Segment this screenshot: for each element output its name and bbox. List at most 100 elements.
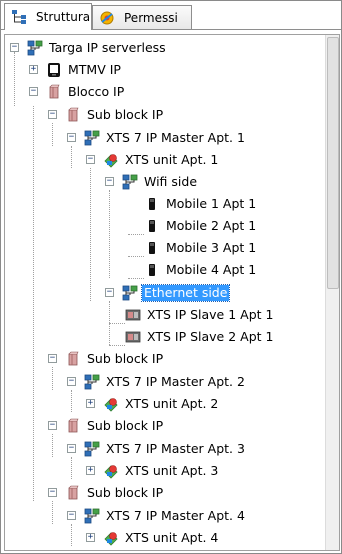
tree-node-master-4[interactable]: − XTS 7 IP Master Apt. 4 bbox=[67, 507, 247, 525]
tree-node-label: XTS unit Apt. 4 bbox=[125, 530, 219, 545]
tree-node-unit-3[interactable]: + XTS unit Apt. 3 bbox=[86, 462, 220, 480]
collapse-toggle[interactable]: − bbox=[48, 421, 57, 430]
tree-node-label: MTMV IP bbox=[68, 62, 121, 77]
tree-node-label: Blocco IP bbox=[68, 84, 125, 99]
tree-line bbox=[52, 501, 53, 524]
tree-line bbox=[109, 190, 110, 278]
collapse-toggle[interactable]: − bbox=[48, 488, 57, 497]
tree-node-wifi-side[interactable]: − Wifi side bbox=[105, 173, 199, 191]
tree-node-label: XTS IP Slave 2 Apt 1 bbox=[147, 329, 274, 344]
tree-line bbox=[14, 52, 15, 106]
tree-node-mobile-3[interactable]: Mobile 3 Apt 1 bbox=[144, 239, 258, 257]
tree-line bbox=[71, 146, 72, 168]
tree-line bbox=[52, 367, 53, 390]
tree-line bbox=[128, 234, 144, 235]
collapse-toggle[interactable]: − bbox=[10, 43, 19, 52]
tree-node-label: Sub block IP bbox=[87, 418, 164, 433]
tree-node-master-1[interactable]: − XTS 7 IP Master Apt. 1 bbox=[67, 129, 247, 147]
unit-icon bbox=[103, 530, 119, 546]
tab-permessi-label: Permessi bbox=[124, 10, 178, 25]
structure-icon bbox=[11, 9, 27, 25]
tree-node-mobile-2[interactable]: Mobile 2 Apt 1 bbox=[144, 217, 258, 235]
tree-node-label: Mobile 4 Apt 1 bbox=[166, 262, 257, 277]
scrollbar-thumb[interactable] bbox=[327, 37, 339, 289]
tree-node-master-2[interactable]: − XTS 7 IP Master Apt. 2 bbox=[67, 373, 247, 391]
tree-node-label: XTS 7 IP Master Apt. 1 bbox=[106, 130, 245, 145]
tree-panel: − Targa IP serverless + MTMV IP − Blocco… bbox=[4, 34, 340, 551]
structure-window: Struttura Permessi − Targa IP serverless… bbox=[0, 0, 342, 554]
tree-node-label: Mobile 2 Apt 1 bbox=[166, 218, 257, 233]
network-icon bbox=[84, 130, 100, 146]
collapse-toggle[interactable]: − bbox=[67, 511, 76, 520]
tab-permessi[interactable]: Permessi bbox=[92, 5, 192, 29]
tree-node-unit-4[interactable]: + XTS unit Apt. 4 bbox=[86, 529, 220, 547]
unit-icon bbox=[103, 463, 119, 479]
tree-node-slave-1[interactable]: XTS IP Slave 1 Apt 1 bbox=[125, 306, 275, 324]
tree-node-master-3[interactable]: − XTS 7 IP Master Apt. 3 bbox=[67, 440, 247, 458]
tree-line bbox=[71, 457, 72, 479]
tab-struttura-label: Struttura bbox=[36, 10, 91, 24]
tree-node-label: Sub block IP bbox=[87, 351, 164, 366]
expand-toggle[interactable]: + bbox=[86, 533, 95, 542]
collapse-toggle[interactable]: − bbox=[48, 110, 57, 119]
tab-struttura[interactable]: Struttura bbox=[4, 3, 92, 30]
collapse-toggle[interactable]: − bbox=[48, 354, 57, 363]
tree-line bbox=[128, 256, 144, 257]
tree-line bbox=[71, 524, 72, 546]
tree-node-mtmv[interactable]: + MTMV IP bbox=[29, 61, 123, 79]
tree-node-unit-1[interactable]: − XTS unit Apt. 1 bbox=[86, 151, 220, 169]
collapse-toggle[interactable]: − bbox=[105, 177, 114, 186]
structure-tree[interactable]: − Targa IP serverless + MTMV IP − Blocco… bbox=[5, 35, 324, 550]
building-block-icon bbox=[46, 84, 62, 100]
tree-line bbox=[90, 168, 91, 301]
monitor-device-icon bbox=[46, 62, 62, 78]
collapse-toggle[interactable]: − bbox=[29, 87, 38, 96]
unit-icon bbox=[103, 152, 119, 168]
tree-line bbox=[109, 345, 125, 346]
collapse-toggle[interactable]: − bbox=[67, 444, 76, 453]
unit-icon bbox=[103, 396, 119, 412]
tree-node-label: XTS unit Apt. 2 bbox=[125, 396, 219, 411]
network-icon bbox=[122, 174, 138, 190]
tree-node-label-selected: Ethernet side bbox=[140, 284, 231, 302]
tree-node-ethernet-side[interactable]: − Ethernet side bbox=[105, 284, 231, 302]
permissions-icon bbox=[99, 10, 115, 26]
tree-node-blocco[interactable]: − Blocco IP bbox=[29, 83, 126, 101]
collapse-toggle[interactable]: − bbox=[105, 288, 114, 297]
network-icon bbox=[84, 441, 100, 457]
tree-node-mobile-1[interactable]: Mobile 1 Apt 1 bbox=[144, 195, 258, 213]
tree-node-label: XTS 7 IP Master Apt. 2 bbox=[106, 374, 245, 389]
tree-node-label: Sub block IP bbox=[87, 485, 164, 500]
tree-node-label: XTS unit Apt. 3 bbox=[125, 463, 219, 478]
vertical-scrollbar[interactable] bbox=[325, 35, 339, 550]
expand-toggle[interactable]: + bbox=[29, 65, 38, 74]
tree-node-targa[interactable]: − Targa IP serverless bbox=[10, 39, 168, 57]
tree-node-unit-2[interactable]: + XTS unit Apt. 2 bbox=[86, 395, 220, 413]
tree-node-subblock-1[interactable]: − Sub block IP bbox=[48, 106, 165, 124]
network-icon bbox=[122, 285, 138, 301]
collapse-toggle[interactable]: − bbox=[86, 155, 95, 164]
tree-node-subblock-3[interactable]: − Sub block IP bbox=[48, 417, 165, 435]
tree-node-subblock-4[interactable]: − Sub block IP bbox=[48, 484, 165, 502]
mobile-icon bbox=[144, 240, 160, 256]
tree-node-mobile-4[interactable]: Mobile 4 Apt 1 bbox=[144, 261, 258, 279]
tree-node-label: XTS 7 IP Master Apt. 4 bbox=[106, 508, 245, 523]
tree-node-subblock-2[interactable]: − Sub block IP bbox=[48, 350, 165, 368]
network-icon bbox=[84, 374, 100, 390]
mobile-icon bbox=[144, 196, 160, 212]
mobile-icon bbox=[144, 262, 160, 278]
slave-device-icon bbox=[125, 329, 141, 345]
tree-line bbox=[33, 106, 34, 501]
tree-line bbox=[128, 278, 144, 279]
mobile-icon bbox=[144, 218, 160, 234]
expand-toggle[interactable]: + bbox=[86, 399, 95, 408]
tree-node-label: XTS 7 IP Master Apt. 3 bbox=[106, 441, 245, 456]
collapse-toggle[interactable]: − bbox=[67, 133, 76, 142]
collapse-toggle[interactable]: − bbox=[67, 377, 76, 386]
tree-node-label: Mobile 1 Apt 1 bbox=[166, 196, 257, 211]
expand-toggle[interactable]: + bbox=[86, 466, 95, 475]
tab-strip: Struttura Permessi bbox=[1, 1, 341, 31]
tree-line bbox=[52, 434, 53, 457]
tree-node-slave-2[interactable]: XTS IP Slave 2 Apt 1 bbox=[125, 328, 275, 346]
tree-line bbox=[52, 123, 53, 146]
